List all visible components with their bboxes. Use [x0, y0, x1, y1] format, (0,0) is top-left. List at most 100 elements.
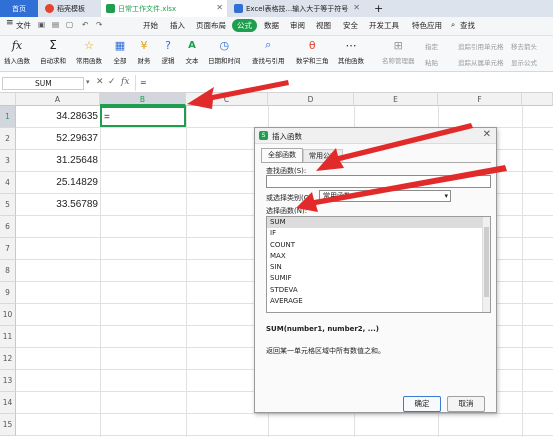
menu-start[interactable]: 开始 [143, 20, 158, 31]
function-item[interactable]: STDEVA [267, 285, 490, 296]
menu-special[interactable]: 特色应用 [412, 20, 442, 31]
function-item[interactable]: SUMIF [267, 273, 490, 284]
datetime-button[interactable]: ◷ 日期和时间 [208, 38, 241, 66]
paste-button[interactable]: 粘贴 [425, 57, 438, 67]
close-icon[interactable]: ✕ [353, 3, 360, 12]
menu-data[interactable]: 数据 [264, 20, 279, 31]
function-item[interactable]: SIN [267, 262, 490, 273]
search-icon[interactable]: ⌕ [451, 20, 455, 30]
confirm-entry-icon[interactable]: ✓ [108, 77, 116, 87]
grid-icon: ▦ [114, 38, 126, 52]
row-header[interactable]: 14 [0, 392, 16, 414]
show-formulas-button[interactable]: 显示公式 [511, 57, 537, 67]
column-header-f[interactable]: F [438, 93, 522, 106]
preview-icon[interactable]: ▢ [66, 20, 73, 29]
menu-search[interactable]: 查找 [460, 20, 475, 31]
column-header-b[interactable]: B [100, 93, 186, 106]
function-item[interactable]: SUM [267, 217, 490, 229]
other-functions-button[interactable]: ⋯ 其他函数 [338, 38, 364, 66]
row-header[interactable]: 6 [0, 216, 16, 238]
row-header[interactable]: 5 [0, 194, 16, 216]
row-header[interactable]: 1 [0, 106, 16, 128]
list-scrollbar[interactable] [482, 217, 490, 312]
menu-file[interactable]: 文件 [16, 20, 31, 31]
dialog-close-icon[interactable]: ✕ [483, 129, 491, 140]
menu-developer[interactable]: 开发工具 [369, 20, 399, 31]
menu-insert[interactable]: 插入 [170, 20, 185, 31]
tab-all-functions[interactable]: 全部函数 [261, 148, 303, 162]
row-header[interactable]: 13 [0, 370, 16, 392]
function-item[interactable]: COUNT [267, 240, 490, 251]
column-header-a[interactable]: A [16, 93, 100, 106]
redo-icon[interactable]: ↷ [96, 20, 102, 29]
menu-page-layout[interactable]: 页面布局 [196, 20, 226, 31]
cancel-entry-icon[interactable]: ✕ [96, 77, 104, 87]
cell-a1[interactable]: 34.28635 [16, 106, 98, 128]
hamburger-icon[interactable]: ≡ [6, 18, 14, 28]
cell-a2[interactable]: 52.29637 [16, 128, 98, 150]
tab-template[interactable]: 稻壳模板 [40, 0, 98, 17]
common-functions-button[interactable]: ☆ 常用函数 [76, 38, 102, 66]
specify-button[interactable]: 指定 [425, 41, 438, 51]
close-icon[interactable]: ✕ [216, 3, 223, 12]
text-button[interactable]: A 文本 [184, 38, 200, 66]
print-icon[interactable]: ▤ [52, 20, 59, 29]
tab-common-formulas[interactable]: 常用公式 [303, 149, 343, 162]
remove-arrows-button[interactable]: 移去箭头 [511, 41, 537, 51]
save-icon[interactable]: ▣ [38, 20, 45, 29]
row-header[interactable]: 7 [0, 238, 16, 260]
active-cell-b1[interactable]: = [100, 106, 186, 127]
name-manager-button[interactable]: ⊞ 名称管理器 [382, 38, 415, 66]
new-tab-button[interactable]: + [374, 0, 388, 17]
column-header-d[interactable]: D [268, 93, 354, 106]
math-button[interactable]: θ 数学和三角 [296, 38, 329, 66]
function-item[interactable]: IF [267, 228, 490, 239]
row-header[interactable]: 9 [0, 282, 16, 304]
cell-a4[interactable]: 25.14829 [16, 172, 98, 194]
row-header[interactable]: 12 [0, 348, 16, 370]
row-header[interactable]: 11 [0, 326, 16, 348]
function-list[interactable]: SUM IF COUNT MAX SIN SUMIF STDEVA AVERAG… [266, 216, 491, 313]
menu-view[interactable]: 视图 [316, 20, 331, 31]
row-header[interactable]: 3 [0, 150, 16, 172]
row-header[interactable]: 10 [0, 304, 16, 326]
menu-review[interactable]: 审阅 [290, 20, 305, 31]
lookup-button[interactable]: ⌕ 查找与引用 [252, 38, 285, 65]
name-box-dropdown-icon[interactable]: ▾ [86, 78, 90, 86]
cell-a3[interactable]: 31.25648 [16, 150, 98, 172]
undo-icon[interactable]: ↶ [82, 20, 88, 29]
insert-function-button[interactable]: fx 插入函数 [4, 38, 30, 66]
row-header[interactable]: 2 [0, 128, 16, 150]
search-function-input[interactable] [266, 175, 491, 188]
finance-button[interactable]: ¥ 财务 [136, 38, 152, 66]
dots-icon: ⋯ [345, 38, 357, 52]
cancel-button[interactable]: 取消 [447, 396, 485, 412]
row-header[interactable]: 8 [0, 260, 16, 282]
menu-security[interactable]: 安全 [343, 20, 358, 31]
row-header[interactable]: 4 [0, 172, 16, 194]
row-header[interactable]: 15 [0, 414, 16, 436]
fx-button[interactable]: fx [121, 77, 129, 87]
trace-precedents-button[interactable]: 追踪引用单元格 [458, 41, 504, 51]
column-header-g[interactable] [522, 93, 553, 106]
scroll-thumb[interactable] [484, 227, 489, 297]
menu-formula[interactable]: 公式 [232, 19, 257, 32]
cell-a5[interactable]: 33.56789 [16, 194, 98, 216]
tab-excel-tips[interactable]: Excel表格技...输入大于等于符号 ✕ [229, 0, 364, 17]
all-functions-button[interactable]: ▦ 全部 [112, 38, 128, 66]
name-box[interactable]: SUM [2, 77, 84, 90]
column-header-c[interactable]: C [186, 93, 268, 106]
tab-daily-work-file[interactable]: 日常工作文件.xlsx ✕ [101, 0, 227, 17]
autosum-button[interactable]: Σ 自动求和 [40, 38, 66, 65]
function-description: 返回某一单元格区域中所有数值之和。 [266, 347, 385, 355]
function-item[interactable]: AVERAGE [267, 296, 490, 307]
function-item[interactable]: MAX [267, 251, 490, 262]
category-select[interactable]: 常用函数 ▾ [319, 190, 451, 202]
column-header-e[interactable]: E [354, 93, 438, 106]
formula-input[interactable]: = [135, 75, 551, 91]
tab-home[interactable]: 首页 [0, 0, 38, 17]
trace-dependents-button[interactable]: 追踪从属单元格 [458, 57, 504, 67]
ok-button[interactable]: 确定 [403, 396, 441, 412]
logic-button[interactable]: ? 逻辑 [160, 38, 176, 66]
select-all-corner[interactable] [0, 93, 16, 106]
